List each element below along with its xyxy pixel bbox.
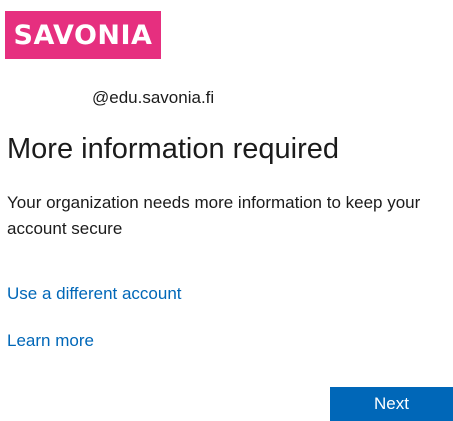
learn-more-link[interactable]: Learn more <box>7 331 94 351</box>
use-different-account-link[interactable]: Use a different account <box>7 284 182 304</box>
page-title: More information required <box>7 133 340 165</box>
page-description: Your organization needs more information… <box>7 193 421 238</box>
account-identity: @edu.savonia.fi <box>92 88 215 107</box>
logo-text: SAVONIA <box>13 19 153 51</box>
savonia-logo: SAVONIA <box>5 11 161 59</box>
next-button[interactable]: Next <box>330 387 453 421</box>
sign-in-page: SAVONIA @edu.savonia.fi More information… <box>0 0 453 421</box>
